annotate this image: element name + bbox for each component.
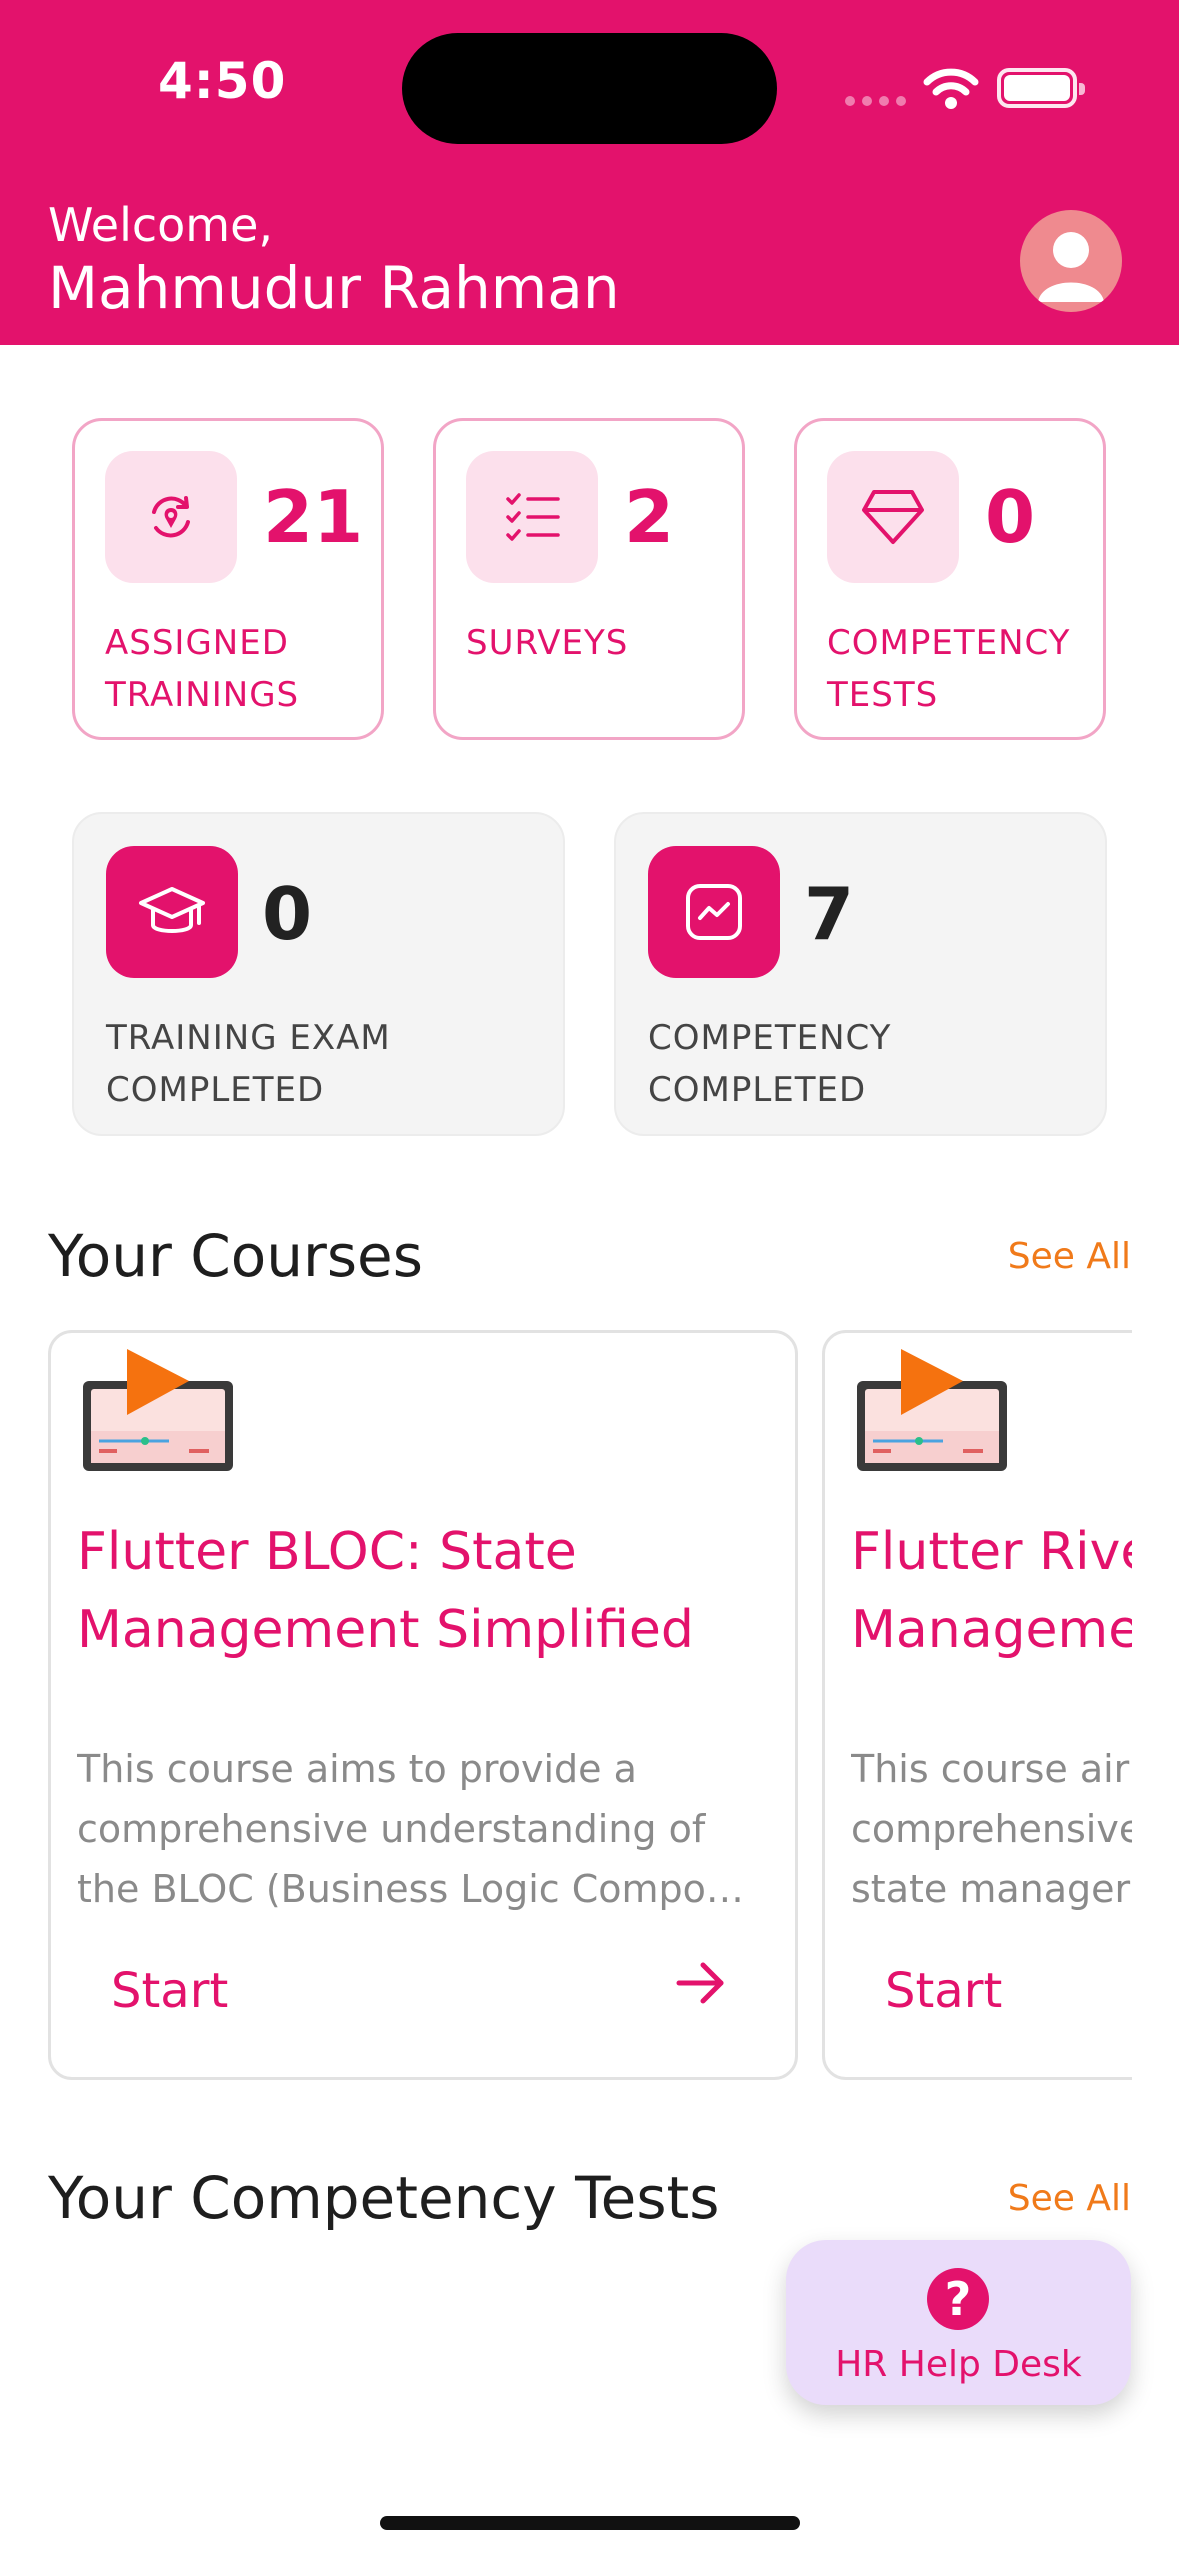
cellular-signal-icon (845, 96, 906, 106)
assigned-trainings-count: 21 (263, 475, 364, 559)
course-description: This course air comprehensive state mana… (851, 1747, 1132, 1911)
surveys-label: SURVEYS (466, 623, 629, 663)
avatar[interactable] (1020, 210, 1122, 312)
stat-card-competency-completed[interactable]: 7 COMPETENCY COMPLETED (614, 812, 1107, 1136)
competency-completed-label: COMPETENCY COMPLETED (648, 1018, 892, 1110)
course-title[interactable]: Flutter BLOC: State Management Simplified (77, 1513, 777, 1669)
home-indicator[interactable] (380, 2516, 800, 2530)
video-course-icon (83, 1349, 233, 1471)
courses-carousel[interactable]: Flutter BLOC: State Management Simplified… (0, 1320, 1132, 2100)
courses-see-all-link[interactable]: See All (1008, 1236, 1131, 1277)
competency-tests-label: COMPETENCY TESTS (827, 623, 1071, 715)
dynamic-island (402, 33, 777, 144)
training-exam-completed-count: 0 (262, 872, 313, 956)
trend-chart-icon (686, 884, 742, 940)
battery-icon (997, 68, 1085, 108)
wifi-icon (923, 68, 979, 109)
training-exam-completed-label: TRAINING EXAM COMPLETED (106, 1018, 391, 1110)
course-card[interactable]: Flutter BLOC: State Management Simplified… (48, 1330, 798, 2080)
username: Mahmudur Rahman (48, 254, 620, 322)
stat-card-surveys[interactable]: 2 SURVEYS (433, 418, 745, 740)
course-start-button[interactable]: Start (111, 1963, 228, 2019)
course-card[interactable]: Flutter Rive Manageme This course air com… (822, 1330, 1132, 2080)
video-course-icon (857, 1349, 1007, 1471)
checklist-icon (506, 493, 560, 541)
training-refresh-icon (152, 496, 190, 538)
course-title[interactable]: Flutter Rive Manageme (851, 1513, 1132, 1669)
stat-card-assigned-trainings[interactable]: 21 ASSIGNED TRAININGS (72, 418, 384, 740)
status-time: 4:50 (158, 52, 287, 110)
user-icon (1038, 232, 1104, 302)
course-start-button[interactable]: Start (885, 1963, 1002, 2019)
assigned-trainings-label: ASSIGNED TRAININGS (105, 623, 300, 715)
stat-card-training-exam-completed[interactable]: 0 TRAINING EXAM COMPLETED (72, 812, 565, 1136)
arrow-right-icon[interactable] (671, 1953, 731, 2013)
competency-completed-count: 7 (804, 872, 855, 956)
welcome-text: Welcome, (48, 198, 274, 252)
competency-see-all-link[interactable]: See All (1008, 2178, 1131, 2219)
help-question-icon: ? (927, 2268, 989, 2330)
competency-tests-count: 0 (985, 475, 1036, 559)
course-description: This course aims to provide a comprehens… (77, 1747, 744, 1911)
courses-section-title: Your Courses (48, 1222, 423, 1290)
competency-section-title: Your Competency Tests (48, 2164, 720, 2232)
gem-icon (862, 490, 924, 544)
surveys-count: 2 (624, 475, 675, 559)
hr-help-desk-button[interactable]: ? HR Help Desk (786, 2240, 1131, 2405)
app-header: 4:50 Welcome, Mahmudur Rahman (0, 0, 1179, 345)
stat-card-competency-tests[interactable]: 0 COMPETENCY TESTS (794, 418, 1106, 740)
graduation-cap-icon (139, 887, 205, 933)
hr-help-desk-label: HR Help Desk (835, 2344, 1082, 2385)
